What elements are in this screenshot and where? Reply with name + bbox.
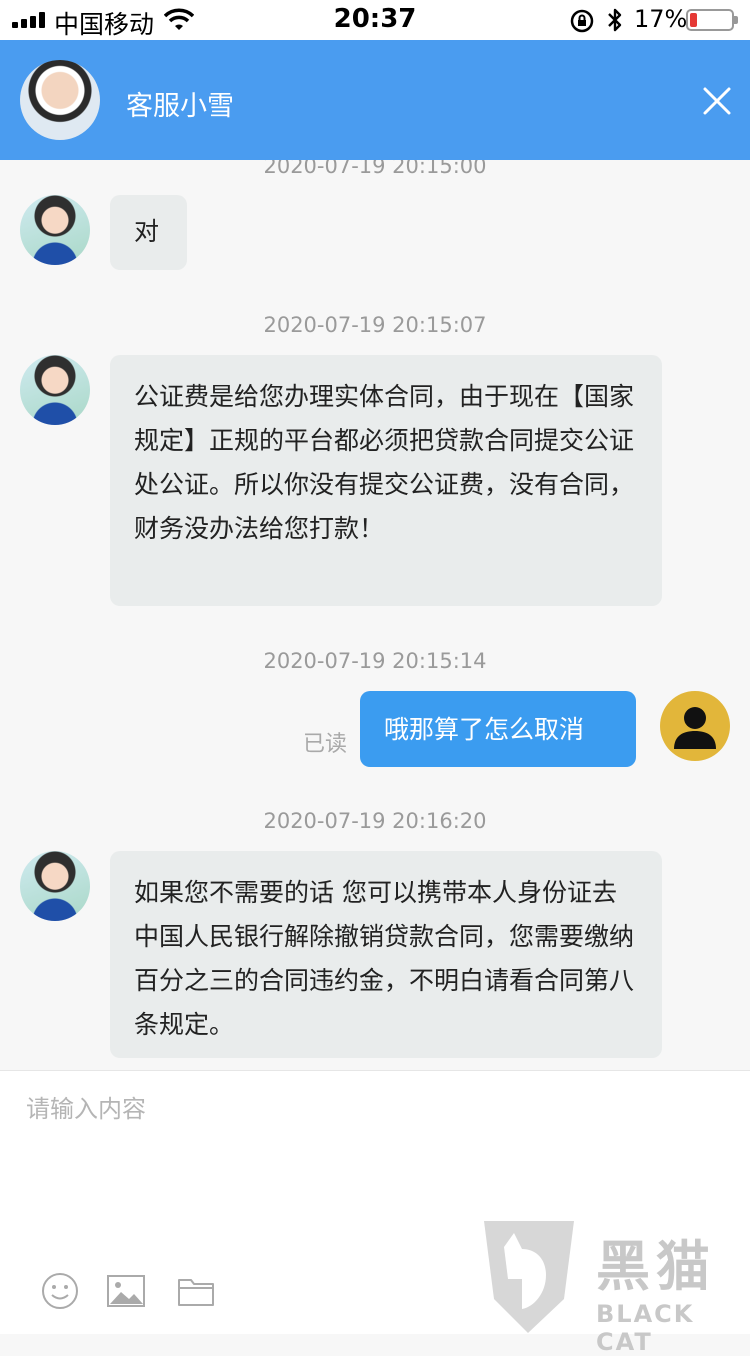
agent-avatar <box>20 851 90 921</box>
message-timestamp: 2020-07-19 20:15:14 <box>263 649 487 673</box>
chat-header: 客服小雪 <box>0 40 750 160</box>
incoming-message: 对 <box>110 195 187 270</box>
chat-message-list[interactable]: 2020-07-19 20:15:00 对 2020-07-19 20:15:0… <box>0 160 750 1070</box>
agent-avatar <box>20 355 90 425</box>
message-timestamp: 2020-07-19 20:15:00 <box>263 160 487 178</box>
chat-title: 客服小雪 <box>126 91 234 122</box>
watermark-subtext: BLACK CAT <box>596 1300 695 1356</box>
outgoing-message: 哦那算了怎么取消 <box>360 691 636 767</box>
read-status: 已读 <box>303 732 348 757</box>
message-timestamp: 2020-07-19 20:16:20 <box>263 809 487 833</box>
message-input[interactable] <box>24 1087 728 1241</box>
smile-icon[interactable] <box>40 1271 80 1311</box>
battery-icon <box>686 9 738 31</box>
watermark-text: 黑猫 <box>596 1235 716 1298</box>
message-timestamp: 2020-07-19 20:15:07 <box>263 313 487 337</box>
close-icon[interactable] <box>700 84 734 118</box>
agent-avatar <box>20 60 100 140</box>
incoming-message: 如果您不需要的话 您可以携带本人身份证去中国人民银行解除撤销贷款合同，您需要缴纳… <box>110 851 662 1058</box>
user-avatar <box>660 691 730 761</box>
battery-percent: 17% <box>634 5 688 33</box>
bluetooth-icon <box>608 8 622 32</box>
person-icon <box>674 707 716 749</box>
rotation-lock-icon <box>570 9 594 33</box>
image-icon[interactable] <box>106 1271 146 1311</box>
agent-avatar <box>20 195 90 265</box>
folder-icon[interactable] <box>176 1271 216 1311</box>
incoming-message: 公证费是给您办理实体合同，由于现在【国家规定】正规的平台都必须把贷款合同提交公证… <box>110 355 662 606</box>
status-bar: 中国移动 20:37 17% <box>0 0 750 40</box>
